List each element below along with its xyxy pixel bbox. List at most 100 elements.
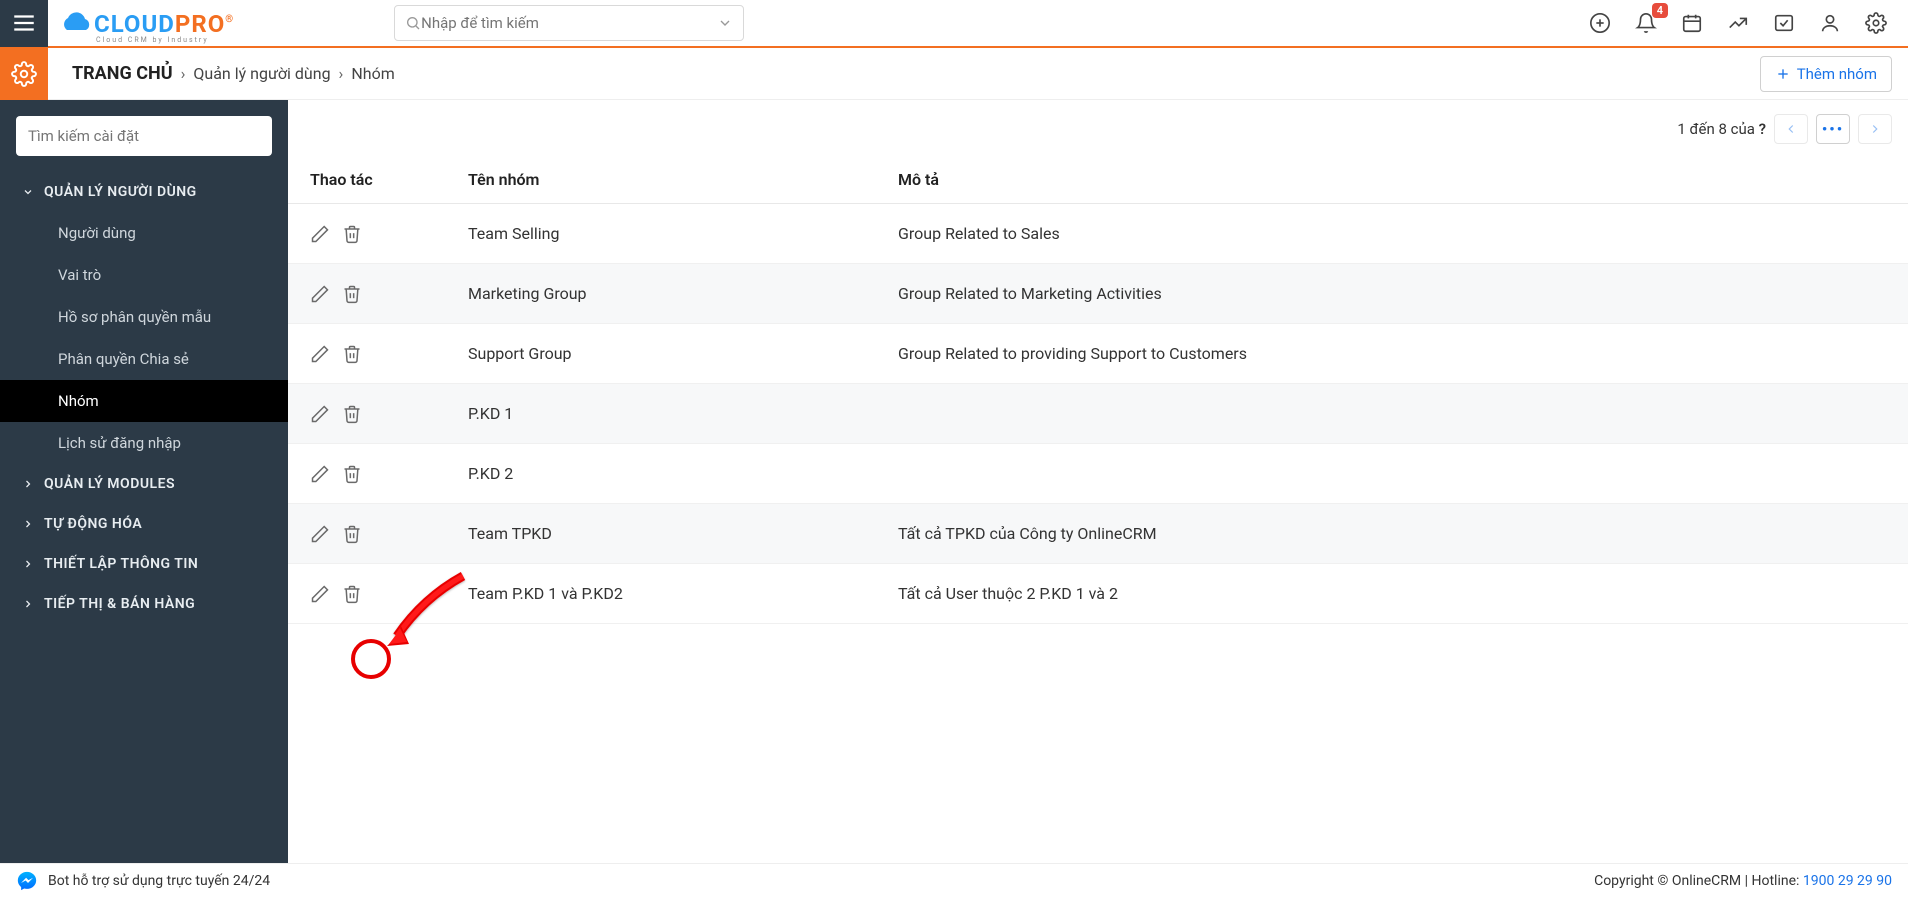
gear-icon (11, 61, 37, 87)
page-prev-button[interactable] (1774, 114, 1808, 144)
chevron-right-icon (22, 478, 34, 490)
breadcrumb: TRANG CHỦ › Quản lý người dùng › Nhóm (72, 63, 395, 84)
calendar-icon (1681, 12, 1703, 34)
table-row: Team SellingGroup Related to Sales (288, 204, 1908, 264)
pencil-icon (310, 284, 330, 304)
pencil-icon (310, 584, 330, 604)
dots-icon: ••• (1822, 120, 1844, 138)
tasks-button[interactable] (1772, 11, 1796, 35)
sidebar-section[interactable]: QUẢN LÝ MODULES (0, 464, 288, 504)
page-next-button[interactable] (1858, 114, 1892, 144)
cell-group-desc: Group Related to Marketing Activities (898, 284, 1908, 303)
profile-button[interactable] (1818, 11, 1842, 35)
logo-reg-mark: ® (225, 14, 234, 25)
table-row: Team TPKDTất cả TPKD của Công ty OnlineC… (288, 504, 1908, 564)
trash-icon (342, 584, 362, 604)
sidebar-section-label: TIẾP THỊ & BÁN HÀNG (44, 596, 195, 612)
trash-icon (342, 224, 362, 244)
cloud-icon (58, 12, 94, 36)
hamburger-menu-button[interactable] (0, 0, 48, 47)
hotline-link[interactable]: 1900 29 29 90 (1803, 873, 1892, 889)
messenger-icon[interactable] (16, 870, 38, 892)
cell-group-desc: Group Related to Sales (898, 224, 1908, 243)
global-search (394, 5, 744, 41)
trash-icon (342, 524, 362, 544)
edit-button[interactable] (310, 404, 330, 424)
pencil-icon (310, 404, 330, 424)
delete-button[interactable] (342, 344, 362, 364)
breadcrumb-separator: › (181, 64, 186, 83)
chevron-down-icon (22, 186, 34, 198)
footer-copyright: Copyright © OnlineCRM | Hotline: 1900 29… (1594, 873, 1892, 889)
search-input[interactable] (421, 14, 717, 32)
sidebar-item[interactable]: Người dùng (0, 212, 288, 254)
cell-group-name[interactable]: P.KD 1 (468, 404, 898, 423)
pencil-icon (310, 344, 330, 364)
chevron-right-icon (1868, 122, 1882, 136)
chevron-right-icon (22, 518, 34, 530)
sidebar-section[interactable]: TỰ ĐỘNG HÓA (0, 504, 288, 544)
chevron-right-icon (22, 558, 34, 570)
sidebar-section[interactable]: QUẢN LÝ NGƯỜI DÙNG (0, 172, 288, 212)
search-box[interactable] (394, 5, 744, 41)
logo-text-cloud: CLOUD (94, 10, 175, 38)
delete-button[interactable] (342, 584, 362, 604)
cell-group-name[interactable]: Marketing Group (468, 284, 898, 303)
sidebar-item[interactable]: Phân quyền Chia sẻ (0, 338, 288, 380)
breadcrumb-level2: Nhóm (351, 64, 394, 83)
chart-icon (1727, 12, 1749, 34)
delete-button[interactable] (342, 284, 362, 304)
notification-badge: 4 (1652, 3, 1668, 18)
sidebar-section[interactable]: THIẾT LẬP THÔNG TIN (0, 544, 288, 584)
user-icon (1819, 12, 1841, 34)
edit-button[interactable] (310, 524, 330, 544)
body: QUẢN LÝ NGƯỜI DÙNGNgười dùngVai tròHồ sơ… (0, 100, 1908, 863)
groups-table: Thao tác Tên nhóm Mô tả Team SellingGrou… (288, 158, 1908, 624)
delete-button[interactable] (342, 224, 362, 244)
sidebar-item[interactable]: Lịch sử đăng nhập (0, 422, 288, 464)
table-row: Team P.KD 1 và P.KD2Tất cả User thuộc 2 … (288, 564, 1908, 624)
logo-text-pro: PRO (175, 10, 225, 38)
add-group-button[interactable]: Thêm nhóm (1760, 56, 1892, 92)
edit-button[interactable] (310, 464, 330, 484)
sidebar-item[interactable]: Vai trò (0, 254, 288, 296)
th-name: Tên nhóm (468, 170, 898, 189)
gear-icon (1865, 12, 1887, 34)
logo[interactable]: CLOUDPRO® Cloud CRM by Industry (58, 8, 234, 38)
pencil-icon (310, 524, 330, 544)
edit-button[interactable] (310, 344, 330, 364)
edit-button[interactable] (310, 284, 330, 304)
cell-group-name[interactable]: Team P.KD 1 và P.KD2 (468, 584, 898, 603)
trash-icon (342, 464, 362, 484)
chevron-down-icon[interactable] (717, 15, 733, 31)
sidebar-search-input[interactable] (16, 116, 272, 156)
sidebar-item[interactable]: Hồ sơ phân quyền mẫu (0, 296, 288, 338)
settings-panel-toggle[interactable] (0, 48, 48, 100)
sidebar-section-label: QUẢN LÝ MODULES (44, 476, 175, 492)
check-square-icon (1773, 12, 1795, 34)
edit-button[interactable] (310, 224, 330, 244)
subheader: TRANG CHỦ › Quản lý người dùng › Nhóm Th… (0, 48, 1908, 100)
sidebar-section[interactable]: TIẾP THỊ & BÁN HÀNG (0, 584, 288, 624)
delete-button[interactable] (342, 524, 362, 544)
edit-button[interactable] (310, 584, 330, 604)
delete-button[interactable] (342, 464, 362, 484)
cell-group-desc: Tất cả User thuộc 2 P.KD 1 và 2 (898, 584, 1908, 603)
settings-button[interactable] (1864, 11, 1888, 35)
trash-icon (342, 284, 362, 304)
page-more-button[interactable]: ••• (1816, 114, 1850, 144)
sidebar-item[interactable]: Nhóm (0, 380, 288, 422)
cell-group-name[interactable]: P.KD 2 (468, 464, 898, 483)
topbar-actions: 4 (1588, 11, 1908, 35)
delete-button[interactable] (342, 404, 362, 424)
cell-group-name[interactable]: Team Selling (468, 224, 898, 243)
calendar-button[interactable] (1680, 11, 1704, 35)
breadcrumb-home[interactable]: TRANG CHỦ (72, 63, 173, 84)
reports-button[interactable] (1726, 11, 1750, 35)
table-row: P.KD 2 (288, 444, 1908, 504)
cell-group-name[interactable]: Team TPKD (468, 524, 898, 543)
quick-create-button[interactable] (1588, 11, 1612, 35)
cell-group-name[interactable]: Support Group (468, 344, 898, 363)
breadcrumb-level1[interactable]: Quản lý người dùng (193, 64, 330, 83)
notifications-button[interactable]: 4 (1634, 11, 1658, 35)
